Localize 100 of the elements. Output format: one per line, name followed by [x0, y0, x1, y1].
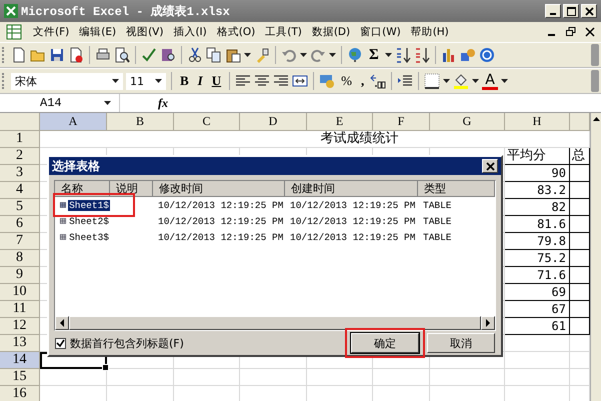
vertical-scrollbar[interactable] [590, 113, 601, 401]
column-header[interactable]: 说明 [110, 181, 153, 197]
horizontal-scrollbar[interactable] [55, 316, 495, 330]
list-row[interactable]: Sheet1$ 10/12/2013 12:19:25 PM 10/12/2013 12:19:25 PM TABLE [55, 197, 495, 213]
dropdown-caret-icon[interactable] [155, 79, 162, 83]
menu-item[interactable]: 帮助(H) [406, 25, 454, 39]
minimize-button[interactable] [545, 4, 561, 18]
column-header[interactable]: 类型 [418, 181, 495, 197]
row-header[interactable]: 15 [0, 369, 40, 386]
scroll-left-icon[interactable] [59, 319, 65, 327]
name-box[interactable]: A14 [0, 94, 120, 112]
cut-icon[interactable] [187, 47, 203, 63]
row-header[interactable]: 7 [0, 233, 40, 250]
column-header[interactable]: E [307, 113, 373, 131]
globe-icon[interactable] [347, 47, 363, 63]
comma-button[interactable]: , [358, 73, 368, 89]
row-header[interactable]: 9 [0, 267, 40, 284]
menu-item[interactable]: 格式(O) [212, 25, 260, 39]
row-header[interactable]: 4 [0, 182, 40, 199]
fill-color-icon[interactable] [453, 73, 470, 89]
dialog-button[interactable]: 确定 [351, 333, 419, 353]
column-header[interactable]: 创建时间 [285, 181, 418, 197]
dropdown-caret-icon[interactable] [384, 53, 392, 57]
dropdown-caret-icon[interactable] [500, 79, 508, 83]
menu-item[interactable]: 窗口(W) [355, 25, 406, 39]
borders-icon[interactable] [424, 73, 440, 89]
row-header[interactable]: 5 [0, 199, 40, 216]
table-cell [307, 369, 373, 386]
save-icon[interactable] [49, 47, 65, 63]
close-button[interactable] [482, 159, 498, 173]
restore-icon[interactable] [566, 27, 576, 37]
menu-item[interactable]: 插入(I) [168, 25, 212, 39]
font-dropdown[interactable]: 宋体 [11, 72, 123, 90]
column-header[interactable]: D [240, 113, 307, 131]
dialog-button[interactable]: 取消 [427, 333, 495, 353]
row-header[interactable]: 8 [0, 250, 40, 267]
sort-descending-icon[interactable] [414, 47, 430, 63]
new-page-icon[interactable] [11, 47, 27, 63]
italic-button[interactable]: I [194, 73, 206, 89]
column-header[interactable]: 修改时间 [153, 181, 285, 197]
bold-button[interactable]: B [177, 73, 192, 89]
print-preview-icon[interactable] [114, 47, 130, 63]
dropdown-caret-icon[interactable] [329, 53, 336, 57]
underline-button[interactable]: U [208, 73, 224, 89]
column-header[interactable]: B [107, 113, 174, 131]
checkbox[interactable] [55, 338, 66, 348]
menu-item[interactable]: 编辑(E) [74, 25, 122, 39]
row-header[interactable]: 10 [0, 284, 40, 301]
column-header[interactable]: A [40, 113, 107, 131]
menu-item[interactable]: 数据(D) [306, 25, 356, 39]
list-row[interactable]: Sheet2$ 10/12/2013 12:19:25 PM 10/12/2013 12:19:25 PM TABLE [55, 213, 495, 229]
currency-icon[interactable] [319, 73, 336, 89]
row-header[interactable]: 1 [0, 131, 40, 148]
merge-cells-icon[interactable] [292, 73, 308, 89]
copy-icon[interactable] [206, 47, 222, 63]
scroll-right-icon[interactable] [485, 319, 491, 327]
row-header[interactable]: 14 [0, 352, 40, 369]
menu-item[interactable]: 工具(T) [260, 25, 307, 39]
row-header[interactable]: 3 [0, 165, 40, 182]
percent-button[interactable]: % [338, 73, 355, 89]
dropdown-caret-icon[interactable] [472, 79, 480, 83]
close-icon[interactable] [585, 27, 595, 37]
row-header[interactable]: 16 [0, 386, 40, 401]
paste-icon[interactable] [225, 47, 241, 63]
row-header[interactable]: 12 [0, 318, 40, 335]
page-icon[interactable] [68, 47, 84, 63]
menu-item[interactable]: 文件(F) [28, 25, 74, 39]
checkbox-label[interactable]: 数据首行包含列标题(F) [70, 336, 184, 350]
table-name[interactable]: Sheet1$ [68, 200, 110, 210]
dropdown-caret-icon[interactable] [244, 53, 251, 57]
font-size-dropdown[interactable]: 11 [126, 72, 166, 90]
font-color-button[interactable]: A [482, 72, 498, 90]
shapes-icon[interactable] [460, 47, 476, 63]
workbook-icon[interactable] [6, 24, 22, 40]
increase-decimal-icon[interactable] [370, 73, 386, 89]
insert-function-button[interactable]: fx [158, 96, 168, 110]
book-icon[interactable] [160, 47, 176, 63]
row-header[interactable]: 13 [0, 335, 40, 352]
sort-ascending-icon[interactable] [394, 47, 411, 63]
dropdown-caret-icon[interactable] [112, 79, 119, 83]
spelling-icon[interactable] [141, 47, 157, 63]
row-header[interactable]: 2 [0, 148, 40, 165]
row-header[interactable]: 6 [0, 216, 40, 233]
dropdown-caret-icon[interactable] [104, 101, 111, 105]
list-row[interactable]: Sheet3$ 10/12/2013 12:19:25 PM 10/12/2013 12:19:25 PM TABLE [55, 229, 495, 245]
autosum-button[interactable]: Σ [366, 47, 382, 63]
menu-item[interactable]: 视图(V) [121, 25, 168, 39]
dropdown-caret-icon[interactable] [300, 53, 307, 57]
table-name[interactable]: Sheet3$ [68, 232, 110, 242]
column-header[interactable]: G [430, 113, 505, 131]
column-header[interactable]: H [505, 113, 570, 131]
bar-chart-icon[interactable] [440, 47, 457, 63]
dropdown-caret-icon[interactable] [443, 79, 450, 83]
table-name[interactable]: Sheet2$ [68, 216, 110, 226]
maximize-button[interactable] [563, 4, 579, 18]
close-button[interactable] [581, 4, 597, 18]
column-header[interactable]: F [373, 113, 430, 131]
row-header[interactable]: 11 [0, 301, 40, 318]
column-header[interactable]: C [174, 113, 240, 131]
help-icon[interactable] [478, 47, 495, 63]
